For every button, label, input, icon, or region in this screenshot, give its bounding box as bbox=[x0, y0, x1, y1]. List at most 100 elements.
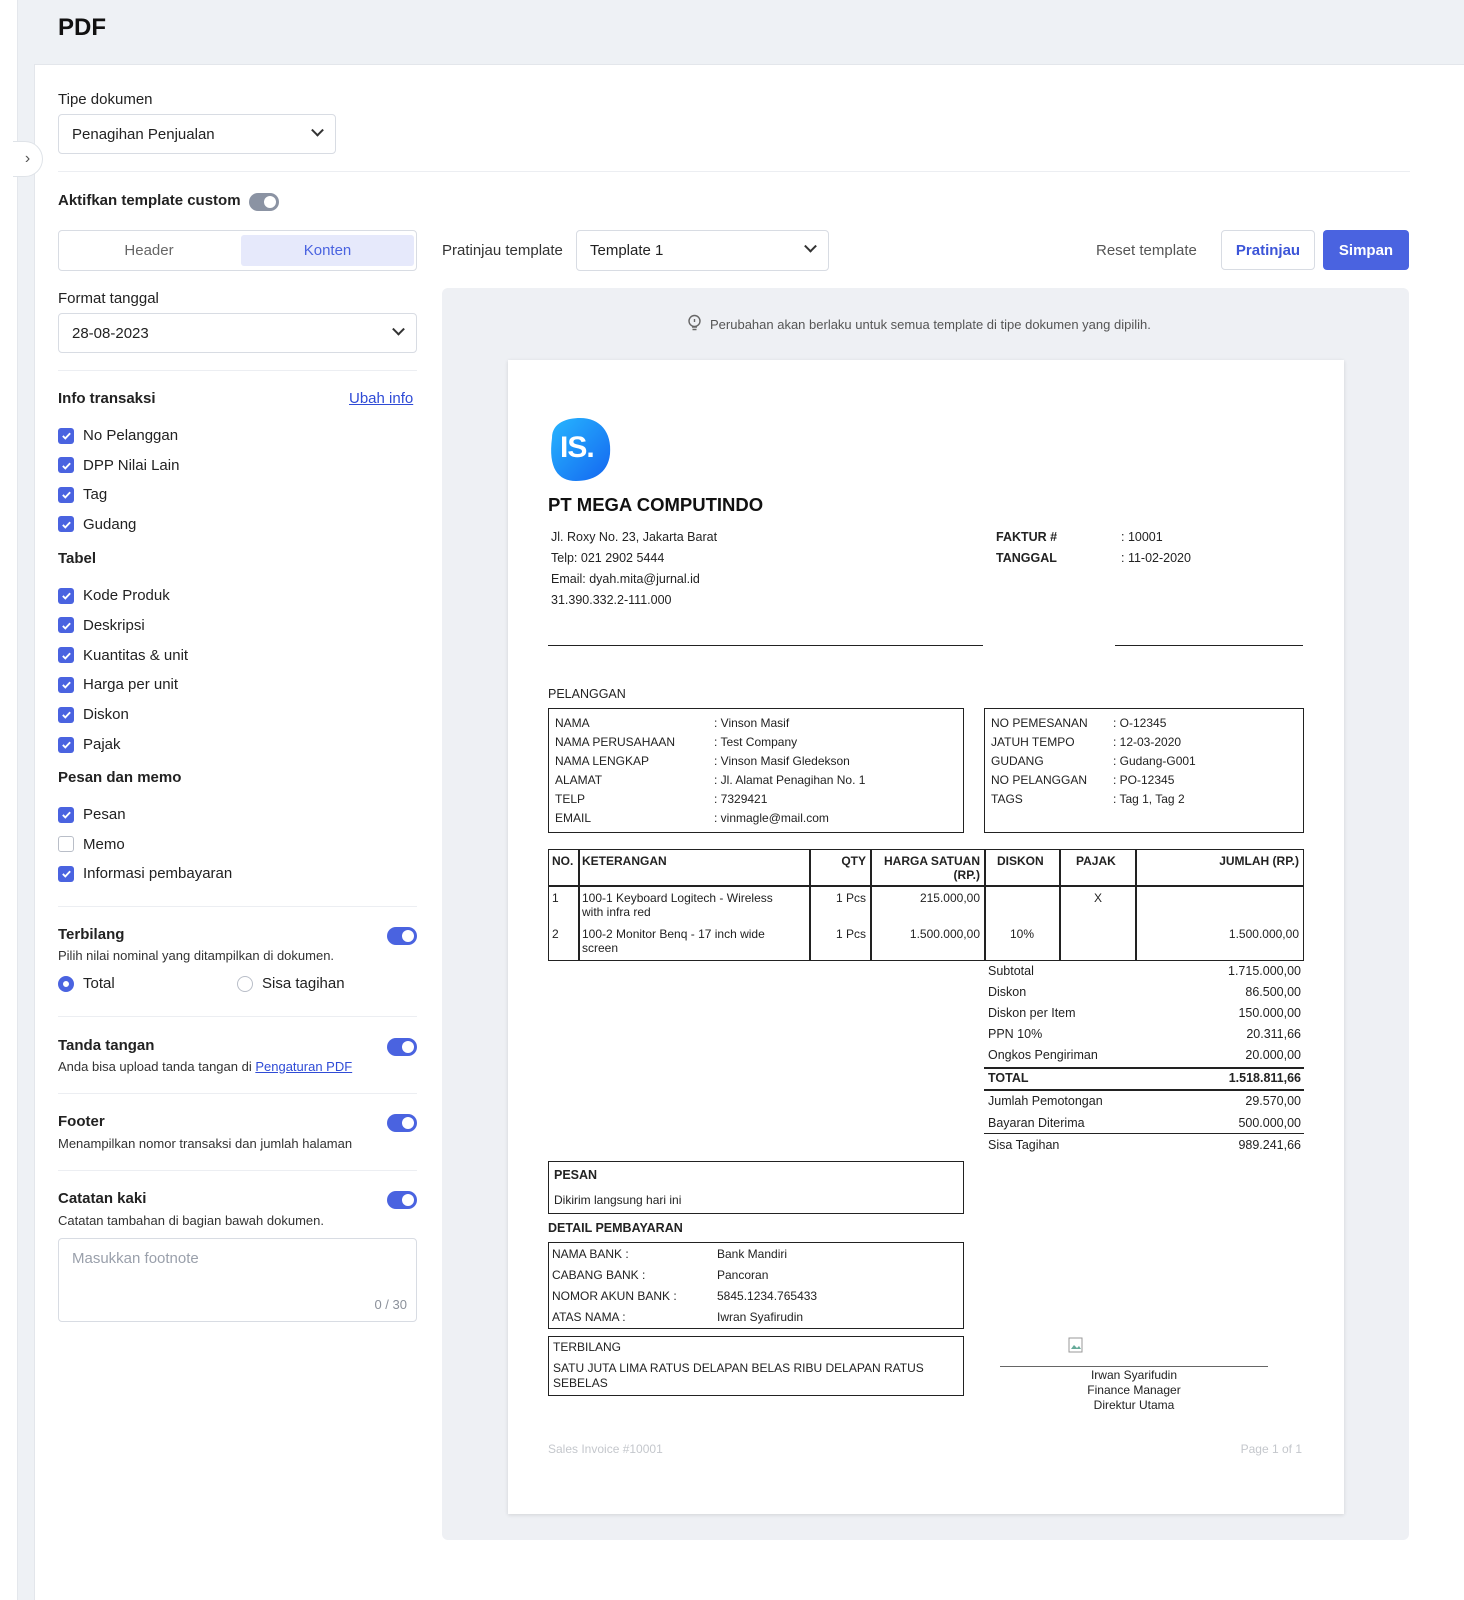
address-line: Jl. Roxy No. 23, Jakarta Barat bbox=[551, 530, 718, 544]
checkbox-pesan[interactable]: Pesan bbox=[58, 806, 126, 823]
divider bbox=[58, 1093, 417, 1094]
customer-field-label: TELP bbox=[555, 792, 586, 806]
checkbox-deskripsi[interactable]: Deskripsi bbox=[58, 617, 145, 634]
footer-title: Footer bbox=[58, 1113, 105, 1130]
date-format-select[interactable]: 28-08-2023 bbox=[58, 313, 417, 353]
checkbox-box[interactable] bbox=[58, 427, 74, 444]
total-label: Sisa Tagihan bbox=[988, 1138, 1060, 1152]
checkbox-box[interactable] bbox=[58, 676, 74, 693]
terbilang-title: Terbilang bbox=[58, 926, 125, 943]
checkbox-kuantitas-unit[interactable]: Kuantitas & unit bbox=[58, 647, 188, 664]
checkbox-box[interactable] bbox=[58, 736, 74, 753]
checkbox-box[interactable] bbox=[58, 806, 74, 823]
pratinjau-button[interactable]: Pratinjau bbox=[1221, 230, 1315, 270]
customer-field-value: : vinmagle@mail.com bbox=[714, 811, 829, 825]
checkbox-label: Pajak bbox=[83, 736, 121, 753]
checkbox-memo[interactable]: Memo bbox=[58, 836, 125, 853]
order-field-value: : PO-12345 bbox=[1113, 773, 1175, 787]
footer-left: Sales Invoice #10001 bbox=[548, 1442, 663, 1456]
checkbox-box[interactable] bbox=[58, 706, 74, 723]
cell-keterangan-2: screen bbox=[582, 941, 619, 955]
catatan-title: Catatan kaki bbox=[58, 1190, 147, 1207]
order-field-value: : 12-03-2020 bbox=[1113, 735, 1182, 749]
pengaturan-pdf-link[interactable]: Pengaturan PDF bbox=[255, 1059, 352, 1074]
checkbox-label: Kuantitas & unit bbox=[83, 646, 189, 664]
checkbox-box[interactable] bbox=[58, 587, 74, 604]
signature-line-text: Irwan Syarifudin bbox=[1090, 1368, 1178, 1382]
bank-value: Bank Mandiri bbox=[717, 1247, 788, 1261]
footnote-textarea[interactable]: Masukkan footnote 0 / 30 bbox=[58, 1238, 417, 1322]
chevron-right-icon: › bbox=[24, 150, 31, 167]
total-label: Ongkos Pengiriman bbox=[988, 1048, 1098, 1062]
column-rule bbox=[1059, 849, 1061, 961]
checkbox-informasi-pembayaran[interactable]: Informasi pembayaran bbox=[58, 865, 232, 882]
terbilang-text-2: SEBELAS bbox=[553, 1376, 608, 1390]
rule bbox=[984, 1067, 1304, 1069]
radio-sisa-tagihan[interactable] bbox=[237, 976, 253, 992]
custom-template-toggle[interactable] bbox=[249, 193, 279, 211]
customer-field-label: NAMA bbox=[555, 716, 590, 730]
tanda-tangan-toggle[interactable] bbox=[387, 1038, 417, 1056]
chevron-down-icon bbox=[311, 123, 324, 137]
bank-value: 5845.1234.765433 bbox=[717, 1289, 818, 1303]
checkbox-pajak[interactable]: Pajak bbox=[58, 736, 121, 753]
catatan-desc: Catatan tambahan di bagian bawah dokumen… bbox=[58, 1213, 324, 1228]
cell-harga: 1.500.000,00 bbox=[909, 927, 980, 941]
checkbox-box[interactable] bbox=[58, 617, 74, 634]
total-value: 500.000,00 bbox=[1238, 1116, 1301, 1130]
checkbox-box[interactable] bbox=[58, 516, 74, 532]
bank-label: ATAS NAMA : bbox=[552, 1310, 626, 1324]
simpan-button[interactable]: Simpan bbox=[1323, 230, 1409, 270]
tabel-title: Tabel bbox=[58, 550, 97, 567]
cell-jumlah: 1.500.000,00 bbox=[1228, 927, 1299, 941]
radio-total[interactable] bbox=[58, 976, 74, 992]
cell-qty: 1 Pcs bbox=[835, 927, 866, 941]
checkbox-box[interactable] bbox=[58, 457, 74, 473]
doc-type-select[interactable]: Penagihan Penjualan bbox=[58, 114, 336, 154]
checkbox-dpp-nilai-lain[interactable]: DPP Nilai Lain bbox=[58, 457, 179, 474]
total-value: 989.241,66 bbox=[1238, 1138, 1301, 1152]
checkbox-box[interactable] bbox=[58, 865, 74, 882]
divider bbox=[58, 1016, 417, 1017]
faktur-value: : 10001 bbox=[1121, 530, 1163, 544]
th-harga-unit: (RP.) bbox=[953, 868, 980, 882]
checkbox-harga-per-unit[interactable]: Harga per unit bbox=[58, 676, 178, 693]
total-label: TOTAL bbox=[988, 1071, 1029, 1085]
th-harga: HARGA SATUAN bbox=[884, 854, 980, 868]
tab-header[interactable]: Header bbox=[59, 231, 239, 270]
customer-field-value: : 7329421 bbox=[714, 792, 768, 806]
checkbox-kode-produk[interactable]: Kode Produk bbox=[58, 587, 170, 604]
footer-toggle[interactable] bbox=[387, 1114, 417, 1132]
ubah-info-link[interactable]: Ubah info bbox=[349, 390, 413, 407]
customer-field-value: : Jl. Alamat Penagihan No. 1 bbox=[714, 773, 866, 787]
cell-harga: 215.000,00 bbox=[919, 891, 980, 905]
tab-konten[interactable]: Konten bbox=[241, 235, 414, 266]
terbilang-text: SATU JUTA LIMA RATUS DELAPAN BELAS RIBU … bbox=[553, 1361, 924, 1375]
checkbox-diskon[interactable]: Diskon bbox=[58, 706, 129, 723]
pesan-title: PESAN bbox=[554, 1168, 598, 1182]
logo-text: IS. bbox=[560, 431, 595, 464]
notice: Perubahan akan berlaku untuk semua templ… bbox=[686, 314, 1151, 335]
pesan-text: Dikirim langsung hari ini bbox=[554, 1193, 682, 1207]
checkbox-box[interactable] bbox=[58, 647, 74, 664]
column-rule bbox=[1135, 849, 1137, 961]
checkbox-gudang[interactable]: Gudang bbox=[58, 516, 136, 533]
checkbox-box[interactable] bbox=[58, 836, 74, 852]
radio-total-label: Total bbox=[83, 975, 115, 992]
rule bbox=[548, 645, 983, 646]
checkbox-no-pelanggan[interactable]: No Pelanggan bbox=[58, 427, 178, 444]
total-value: 86.500,00 bbox=[1245, 985, 1301, 999]
template-select[interactable]: Template 1 bbox=[576, 230, 829, 271]
reset-template-button[interactable]: Reset template bbox=[1096, 242, 1197, 259]
page-title: PDF bbox=[58, 14, 106, 41]
checkbox-label: Diskon bbox=[83, 706, 129, 724]
checkbox-label: No Pelanggan bbox=[83, 427, 179, 444]
terbilang-toggle[interactable] bbox=[387, 927, 417, 945]
customer-field-value: : Vinson Masif bbox=[714, 716, 790, 730]
bank-label: NOMOR AKUN BANK : bbox=[552, 1289, 677, 1303]
checkbox-box[interactable] bbox=[58, 486, 74, 503]
cell-keterangan: 100-1 Keyboard Logitech - Wireless bbox=[582, 891, 773, 905]
checkbox-tag[interactable]: Tag bbox=[58, 486, 107, 503]
signature-image-icon bbox=[1068, 1337, 1084, 1353]
catatan-toggle[interactable] bbox=[387, 1191, 417, 1209]
